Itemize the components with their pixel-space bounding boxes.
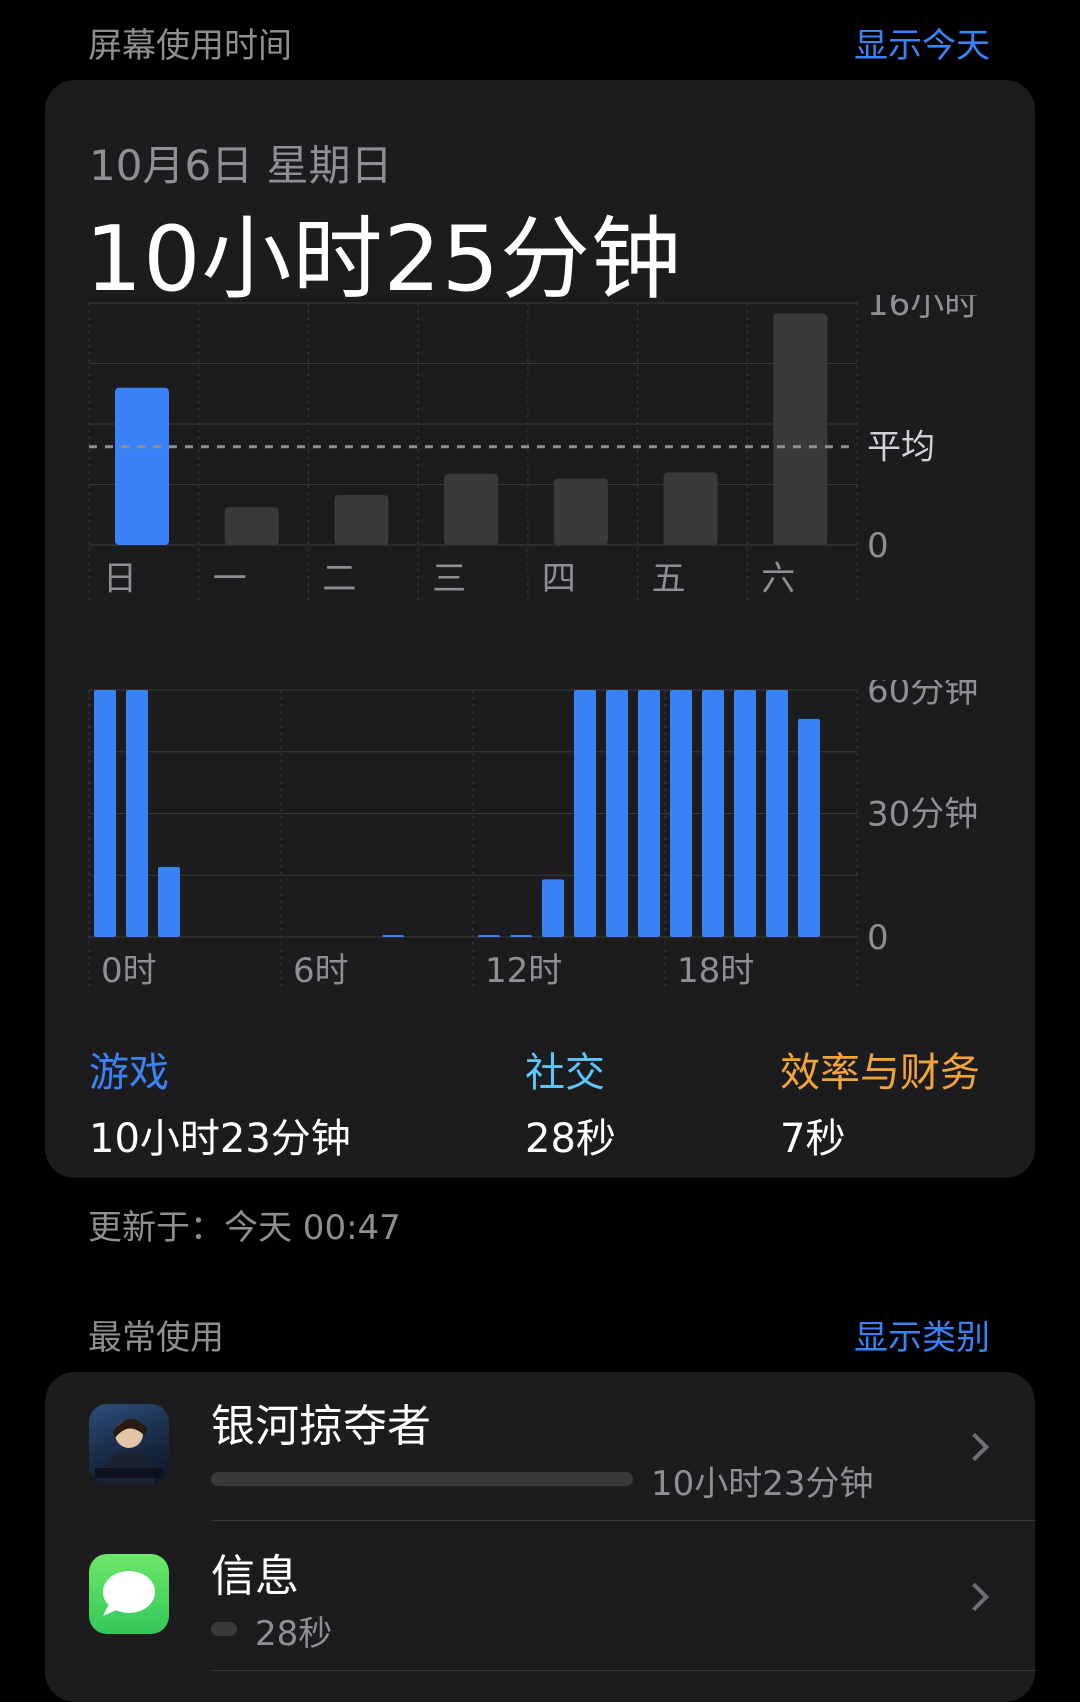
app-time: 10小时23分钟 (651, 1464, 874, 1504)
usage-bar (211, 1472, 633, 1486)
hour-bar[interactable] (606, 690, 628, 937)
date-label: 10月6日 星期日 (89, 141, 393, 190)
week-day-label: 二 (322, 559, 356, 599)
divider (211, 1670, 1035, 1671)
y-tick-label: 60分钟 (867, 680, 978, 711)
hour-tick-label: 18时 (677, 951, 754, 991)
screen-time-card[interactable]: 10月6日 星期日 10小时25分钟 日一二三四五六 16小时 平均 0 0时 6时 12… (45, 80, 1035, 1178)
divider (211, 1520, 1035, 1521)
section-title-screen-time: 屏幕使用时间 (88, 26, 292, 66)
app-name: 信息 (211, 1551, 299, 1602)
chevron-right-icon (960, 1432, 990, 1462)
week-day-label: 一 (213, 559, 247, 599)
hourly-chart[interactable]: 0时 6时 12时 18时 60分钟 30分钟 0 (45, 680, 1035, 1010)
y-tick-label: 0 (867, 526, 889, 566)
category-games-name: 游戏 (89, 1050, 169, 1096)
hour-bar[interactable] (638, 690, 660, 937)
hour-tick-label: 6时 (293, 951, 349, 991)
week-bar[interactable] (224, 507, 279, 545)
category-social[interactable]: 社交 28秒 (525, 1040, 616, 1164)
chevron-right-icon (960, 1582, 990, 1612)
week-bar[interactable] (115, 387, 169, 545)
y-tick-label: 30分钟 (867, 795, 978, 835)
app-row-messages[interactable]: 信息 28秒 (45, 1522, 1035, 1672)
week-day-label: 四 (542, 559, 576, 599)
hour-bar[interactable] (382, 935, 404, 937)
category-productivity-name: 效率与财务 (780, 1050, 980, 1096)
hour-bar[interactable] (670, 690, 692, 937)
usage-bar (211, 1622, 237, 1636)
hour-bar[interactable] (574, 690, 596, 937)
category-social-name: 社交 (525, 1050, 605, 1096)
hour-bar[interactable] (734, 690, 756, 937)
weekly-chart[interactable]: 日 一 二 三 四 五 六 16小时平均 0 (45, 295, 1035, 620)
app-time: 28秒 (255, 1614, 333, 1654)
game-app-icon (89, 1404, 169, 1484)
hour-bar[interactable] (478, 935, 500, 937)
hour-bar[interactable] (158, 867, 180, 937)
y-tick-label: 16小时 (867, 295, 978, 324)
updated-timestamp: 更新于：今天 00:47 (88, 1208, 401, 1248)
category-games-time: 10小时23分钟 (89, 1116, 351, 1162)
hour-bar[interactable] (126, 690, 148, 937)
week-bar[interactable] (773, 313, 828, 545)
hour-bar[interactable] (510, 935, 532, 937)
average-label: 平均 (867, 428, 935, 468)
hour-bar[interactable] (94, 690, 116, 937)
category-productivity[interactable]: 效率与财务 7秒 (780, 1040, 980, 1164)
week-bar[interactable] (334, 495, 389, 545)
hour-tick-label: 12时 (485, 951, 562, 991)
hour-bar[interactable] (766, 690, 788, 937)
category-social-time: 28秒 (525, 1116, 616, 1162)
hour-bar[interactable] (702, 690, 724, 937)
week-day-label: 五 (652, 559, 686, 599)
app-name: 银河掠夺者 (211, 1401, 431, 1452)
week-bar[interactable] (444, 473, 499, 545)
app-row-galaxy[interactable]: 银河掠夺者 10小时23分钟 (45, 1372, 1035, 1522)
week-bar[interactable] (553, 478, 608, 545)
category-productivity-time: 7秒 (780, 1116, 846, 1162)
show-today-link[interactable]: 显示今天 (854, 18, 990, 67)
section-title-most-used: 最常使用 (88, 1318, 224, 1358)
week-day-label: 三 (432, 559, 466, 599)
messages-icon (89, 1554, 169, 1634)
week-day-label: 日 (103, 559, 137, 599)
y-tick-label: 0 (867, 918, 889, 958)
week-day-label: 六 (761, 559, 795, 599)
hour-bar[interactable] (798, 718, 820, 937)
week-bar[interactable] (663, 472, 718, 545)
most-used-card: 银河掠夺者 10小时23分钟 信息 28秒 (45, 1372, 1035, 1702)
category-games[interactable]: 游戏 10小时23分钟 (89, 1040, 351, 1164)
hour-tick-label: 0时 (101, 951, 157, 991)
hour-bar[interactable] (542, 879, 564, 937)
show-categories-link[interactable]: 显示类别 (854, 1310, 990, 1359)
